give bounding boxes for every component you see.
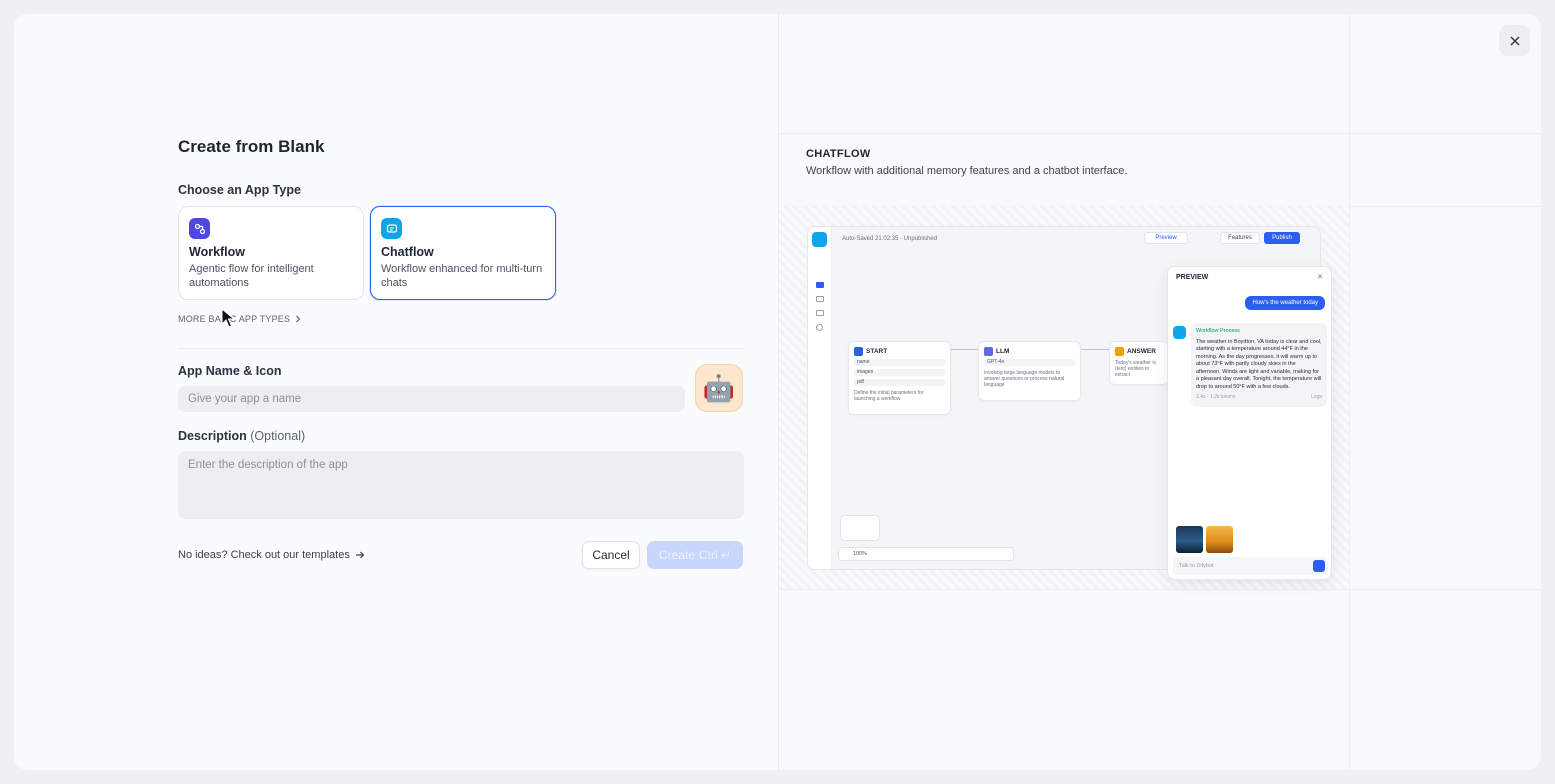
section-divider (178, 348, 744, 349)
llm-node-title: LLM (996, 348, 1010, 355)
start-node-title: START (866, 348, 888, 355)
start-node-note: Define the initial parameters for launch… (854, 390, 924, 402)
bot-message: Workflow Process The weather in Boydton,… (1191, 323, 1327, 407)
app-type-name: Chatflow (381, 245, 434, 259)
attached-image-thumbnail (1206, 526, 1233, 553)
app-type-name: Workflow (189, 245, 246, 259)
settings-icon (816, 324, 823, 331)
app-type-label: Choose an App Type (178, 183, 301, 197)
description-input[interactable] (178, 451, 744, 519)
start-icon (854, 347, 863, 356)
edge (951, 349, 978, 350)
zoom-level: 100% (853, 551, 868, 557)
form-panel: Create from Blank Choose an App Type Wor… (14, 14, 778, 770)
answer-node-title: ANSWER (1127, 348, 1156, 355)
logs-icon (816, 296, 824, 302)
start-node: START name images pdf Define the initial… (848, 341, 951, 415)
start-var-images: images (854, 369, 945, 376)
preview-mini-button: Preview (1144, 232, 1188, 244)
user-message: How's the weather today (1245, 296, 1325, 310)
chat-input-placeholder: Talk to Difybot (1179, 563, 1214, 569)
attached-image-thumbnail (1176, 526, 1203, 553)
llm-node: LLM GPT-4o Invoking large language model… (978, 341, 1081, 401)
features-mini-button: Features (1220, 232, 1260, 244)
logs-button: Logs (1311, 394, 1322, 400)
editor-icon (816, 282, 824, 288)
chat-bubble-icon (381, 218, 402, 239)
publish-mini-button: Publish (1264, 232, 1300, 244)
edge (1081, 349, 1109, 350)
arrow-right-icon (355, 551, 365, 559)
start-var-pdf: pdf (854, 379, 945, 386)
app-name-input[interactable] (178, 386, 685, 412)
preview-sidebar (808, 227, 832, 569)
app-type-desc: Agentic flow for intelligent automations (189, 263, 314, 289)
mouse-cursor-icon (221, 308, 235, 328)
more-app-types-link[interactable]: MORE BASIC APP TYPES (178, 314, 302, 324)
bot-message-text: The weather in Boydton, VA today is clea… (1196, 338, 1322, 390)
cancel-button[interactable]: Cancel (582, 541, 640, 569)
preview-app-desc: Workflow with additional memory features… (806, 165, 1128, 177)
answer-icon (1115, 347, 1124, 356)
create-shortcut-hint: Ctrl ↵ (698, 548, 732, 562)
grid-line (1349, 14, 1350, 770)
workflow-icon (189, 218, 210, 239)
zoom-toolbar: 100% (838, 547, 1014, 561)
llm-model: GPT-4o (984, 359, 1075, 366)
bot-avatar-icon (1173, 326, 1186, 339)
llm-icon (984, 347, 993, 356)
app-logo-icon (812, 232, 827, 247)
description-label: Description (Optional) (178, 429, 305, 443)
preview-app-type: CHATFLOW (806, 148, 871, 160)
message-meta: 3.4s · 1.2k tokens (1196, 394, 1236, 400)
app-type-desc: Workflow enhanced for multi-turn chats (381, 263, 543, 289)
chat-preview-panel: PREVIEW ✕ How's the weather today Workfl… (1167, 266, 1332, 580)
answer-node: ANSWER Today's weather is (text) entitie… (1109, 341, 1169, 385)
workflow-process-label: Workflow Process (1196, 328, 1240, 334)
start-var-name: name (854, 359, 945, 366)
autosave-status: Auto-Saved 21:02:35 · Unpublished (842, 236, 938, 242)
preview-panel-area: CHATFLOW Workflow with additional memory… (778, 14, 1541, 770)
app-type-card-workflow[interactable]: Workflow Agentic flow for intelligent au… (178, 206, 364, 300)
description-label-text: Description (178, 429, 247, 443)
create-button[interactable]: Create Ctrl ↵ (647, 541, 743, 569)
answer-node-note: Today's weather is (text) entities to ex… (1115, 360, 1156, 378)
grid-line (779, 589, 1541, 590)
send-icon (1313, 560, 1325, 572)
minimap (840, 515, 880, 541)
app-type-card-chatflow[interactable]: Chatflow Workflow enhanced for multi-tur… (370, 206, 556, 300)
templates-link-label: No ideas? Check out our templates (178, 549, 350, 561)
chevron-right-icon (296, 315, 301, 323)
app-name-label: App Name & Icon (178, 364, 282, 378)
preview-panel-title: PREVIEW (1176, 274, 1209, 281)
create-button-label: Create (658, 548, 695, 562)
chat-input: Talk to Difybot (1173, 557, 1328, 575)
optional-hint: (Optional) (250, 429, 306, 443)
dialog-title: Create from Blank (178, 137, 325, 156)
close-icon (1510, 36, 1519, 45)
templates-link[interactable]: No ideas? Check out our templates (178, 549, 365, 561)
monitor-icon (816, 310, 824, 316)
llm-node-note: Invoking large language models to answer… (984, 370, 1065, 388)
app-icon-picker[interactable]: 🤖 (695, 364, 743, 412)
robot-icon: 🤖 (702, 372, 736, 403)
close-icon: ✕ (1317, 274, 1323, 281)
close-button[interactable] (1499, 25, 1530, 56)
create-app-dialog: Create from Blank Choose an App Type Wor… (14, 14, 1541, 770)
grid-line (779, 133, 1541, 134)
